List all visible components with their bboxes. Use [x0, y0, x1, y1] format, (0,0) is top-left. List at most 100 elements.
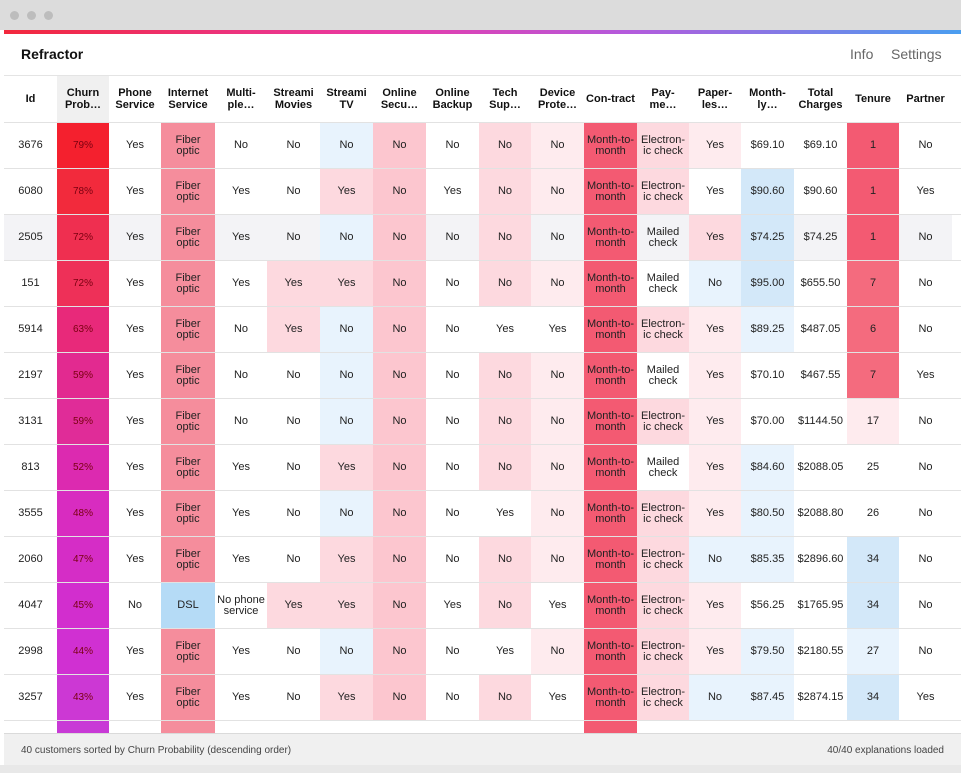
table-cell: Month-to-month: [584, 169, 637, 214]
table-cell: No: [373, 307, 426, 352]
column-header[interactable]: Churn Prob…: [57, 76, 109, 122]
column-header[interactable]: Paper-les…: [689, 76, 741, 122]
table-row[interactable]: 4047 45% No DSL No phone service Yes Yes No Yes N…: [4, 583, 961, 629]
table-cell: Electron-ic check: [637, 675, 689, 720]
table-row-partial: [4, 721, 961, 733]
table-cell: No: [320, 491, 373, 536]
table-cell: [215, 721, 267, 733]
table-cell: $87.45: [741, 675, 794, 720]
table-row[interactable]: 2060 47% Yes Fiber optic Yes No Yes No No No No Mon…: [4, 537, 961, 583]
table-cell: 44%: [57, 629, 109, 674]
table-cell: No: [215, 123, 267, 168]
table-cell: Yes: [479, 491, 531, 536]
table-cell: No: [531, 445, 584, 490]
info-link[interactable]: Info: [850, 46, 873, 62]
table-cell: No: [899, 445, 952, 490]
table-cell: 7: [847, 353, 899, 398]
table-cell: Electron-ic check: [637, 399, 689, 444]
table-cell: 47%: [57, 537, 109, 582]
table-cell: Mailed check: [637, 215, 689, 260]
table-cell: No: [531, 215, 584, 260]
table-cell: $95.00: [741, 261, 794, 306]
table-cell: No: [479, 169, 531, 214]
table-cell: Yes: [899, 675, 952, 720]
table-cell: No: [531, 261, 584, 306]
table-cell: Yes: [267, 583, 320, 628]
column-header[interactable]: Tenure: [847, 76, 899, 122]
column-header[interactable]: Pay-me…: [637, 76, 689, 122]
table-cell: [57, 721, 109, 733]
table-row[interactable]: 2998 44% Yes Fiber optic Yes No No No No Yes No Mon…: [4, 629, 961, 675]
table-row[interactable]: 6080 78% Yes Fiber optic Yes No Yes No Yes No No Mo…: [4, 169, 961, 215]
column-header[interactable]: Internet Service: [161, 76, 215, 122]
table-cell: [689, 721, 741, 733]
table-cell: Yes: [689, 123, 741, 168]
table-cell: Month-to-month: [584, 445, 637, 490]
column-header[interactable]: Online Backup: [426, 76, 479, 122]
table-cell: No: [899, 399, 952, 444]
column-header[interactable]: Partner: [899, 76, 952, 122]
column-header[interactable]: Multi-ple…: [215, 76, 267, 122]
table-row[interactable]: 3555 48% Yes Fiber optic Yes No No No No Yes No Mon…: [4, 491, 961, 537]
table-cell: 5914: [4, 307, 57, 352]
column-header[interactable]: Streami Movies: [267, 76, 320, 122]
table-row[interactable]: 151 72% Yes Fiber optic Yes Yes Yes No No No No Mon…: [4, 261, 961, 307]
app-header: Refractor Info Settings: [4, 34, 961, 76]
window-minimize-button[interactable]: [27, 11, 36, 20]
table-cell: Yes: [531, 307, 584, 352]
table-cell: $79.50: [741, 629, 794, 674]
table-cell: No: [320, 123, 373, 168]
table-cell: No: [267, 537, 320, 582]
column-header[interactable]: Phone Service: [109, 76, 161, 122]
table-cell: $2874.15: [794, 675, 847, 720]
table-cell: No: [320, 307, 373, 352]
column-header[interactable]: Total Charges: [794, 76, 847, 122]
table-row[interactable]: 2197 59% Yes Fiber optic No No No No No No No Month…: [4, 353, 961, 399]
window-close-button[interactable]: [10, 11, 19, 20]
table-row[interactable]: 5914 63% Yes Fiber optic No Yes No No No Yes Yes Mo…: [4, 307, 961, 353]
table-cell: [267, 721, 320, 733]
table-row[interactable]: 2505 72% Yes Fiber optic Yes No No No No No No Mont…: [4, 215, 961, 261]
table-cell: Yes: [267, 307, 320, 352]
column-header[interactable]: Streami TV: [320, 76, 373, 122]
table-cell: 3131: [4, 399, 57, 444]
table-cell: 25: [847, 445, 899, 490]
table-cell: 72%: [57, 215, 109, 260]
table-cell: 6: [847, 307, 899, 352]
table-cell: 2998: [4, 629, 57, 674]
table-cell: 78%: [57, 169, 109, 214]
table-cell: $487.05: [794, 307, 847, 352]
table-cell: No: [320, 399, 373, 444]
column-header[interactable]: Con-tract: [584, 76, 637, 122]
window-maximize-button[interactable]: [44, 11, 53, 20]
table-cell: Fiber optic: [161, 353, 215, 398]
table-cell: Fiber optic: [161, 491, 215, 536]
column-header[interactable]: Online Secu…: [373, 76, 426, 122]
table-cell: 43%: [57, 675, 109, 720]
table-row[interactable]: 3131 59% Yes Fiber optic No No No No No No No Month…: [4, 399, 961, 445]
table-cell: Yes: [320, 537, 373, 582]
table-cell: No: [426, 215, 479, 260]
table-cell: Yes: [479, 307, 531, 352]
table-cell: Electron-ic check: [637, 123, 689, 168]
table-cell: Yes: [689, 399, 741, 444]
customer-table: Id Churn Prob… Phone Service Internet Servi…: [4, 76, 961, 733]
table-cell: Fiber optic: [161, 629, 215, 674]
table-row[interactable]: 3257 43% Yes Fiber optic Yes No Yes No No No Yes Mo…: [4, 675, 961, 721]
settings-link[interactable]: Settings: [891, 46, 942, 62]
table-cell: Month-to-month: [584, 123, 637, 168]
table-cell: No: [267, 215, 320, 260]
table-row[interactable]: 813 52% Yes Fiber optic Yes No Yes No No No No Mont…: [4, 445, 961, 491]
table-cell: No: [215, 307, 267, 352]
table-cell: No: [373, 123, 426, 168]
table-cell: Yes: [426, 583, 479, 628]
table-row[interactable]: 3676 79% Yes Fiber optic No No No No No No No Month…: [4, 123, 961, 169]
column-header[interactable]: Id: [4, 76, 57, 122]
column-header[interactable]: Device Prote…: [531, 76, 584, 122]
table-cell: No: [267, 629, 320, 674]
column-header[interactable]: Month-ly…: [741, 76, 794, 122]
table-cell: No: [426, 261, 479, 306]
table-cell: Yes: [109, 675, 161, 720]
column-header[interactable]: Tech Sup…: [479, 76, 531, 122]
table-cell: Mailed check: [637, 445, 689, 490]
